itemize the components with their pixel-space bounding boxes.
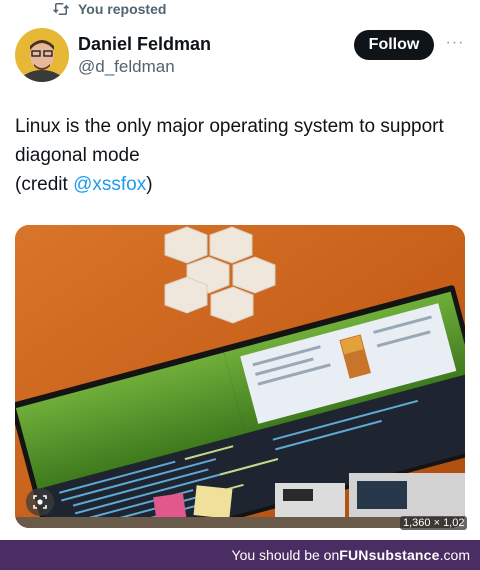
more-dots-icon[interactable]: ··· bbox=[444, 34, 466, 52]
footer-brand: FUNsubstance bbox=[339, 547, 440, 563]
footer-brand-suffix: .com bbox=[439, 547, 470, 563]
image-dimensions: 1,360 × 1,02 bbox=[400, 516, 468, 530]
mention-link[interactable]: @xssfox bbox=[73, 174, 146, 195]
tweet-photo[interactable] bbox=[15, 225, 465, 528]
tweet-credit-suffix: ) bbox=[146, 174, 153, 195]
repost-label: You reposted bbox=[78, 1, 167, 17]
visual-search-icon[interactable] bbox=[26, 488, 54, 516]
author-handle[interactable]: @d_feldman bbox=[78, 57, 175, 77]
follow-button[interactable]: Follow bbox=[354, 30, 434, 60]
tweet-credit-prefix: (credit bbox=[15, 174, 74, 195]
footer-prefix: You should be on bbox=[231, 547, 340, 563]
tweet-text: Linux is the only major operating system… bbox=[15, 112, 465, 199]
watermark-footer: You should be on FUNsubstance .com bbox=[0, 540, 480, 570]
repost-icon bbox=[52, 3, 70, 15]
repost-indicator: You reposted bbox=[52, 0, 166, 18]
author-name[interactable]: Daniel Feldman bbox=[78, 34, 211, 55]
tweet-body: Linux is the only major operating system… bbox=[15, 116, 444, 166]
avatar[interactable] bbox=[15, 28, 69, 82]
photo-scene bbox=[15, 225, 465, 528]
